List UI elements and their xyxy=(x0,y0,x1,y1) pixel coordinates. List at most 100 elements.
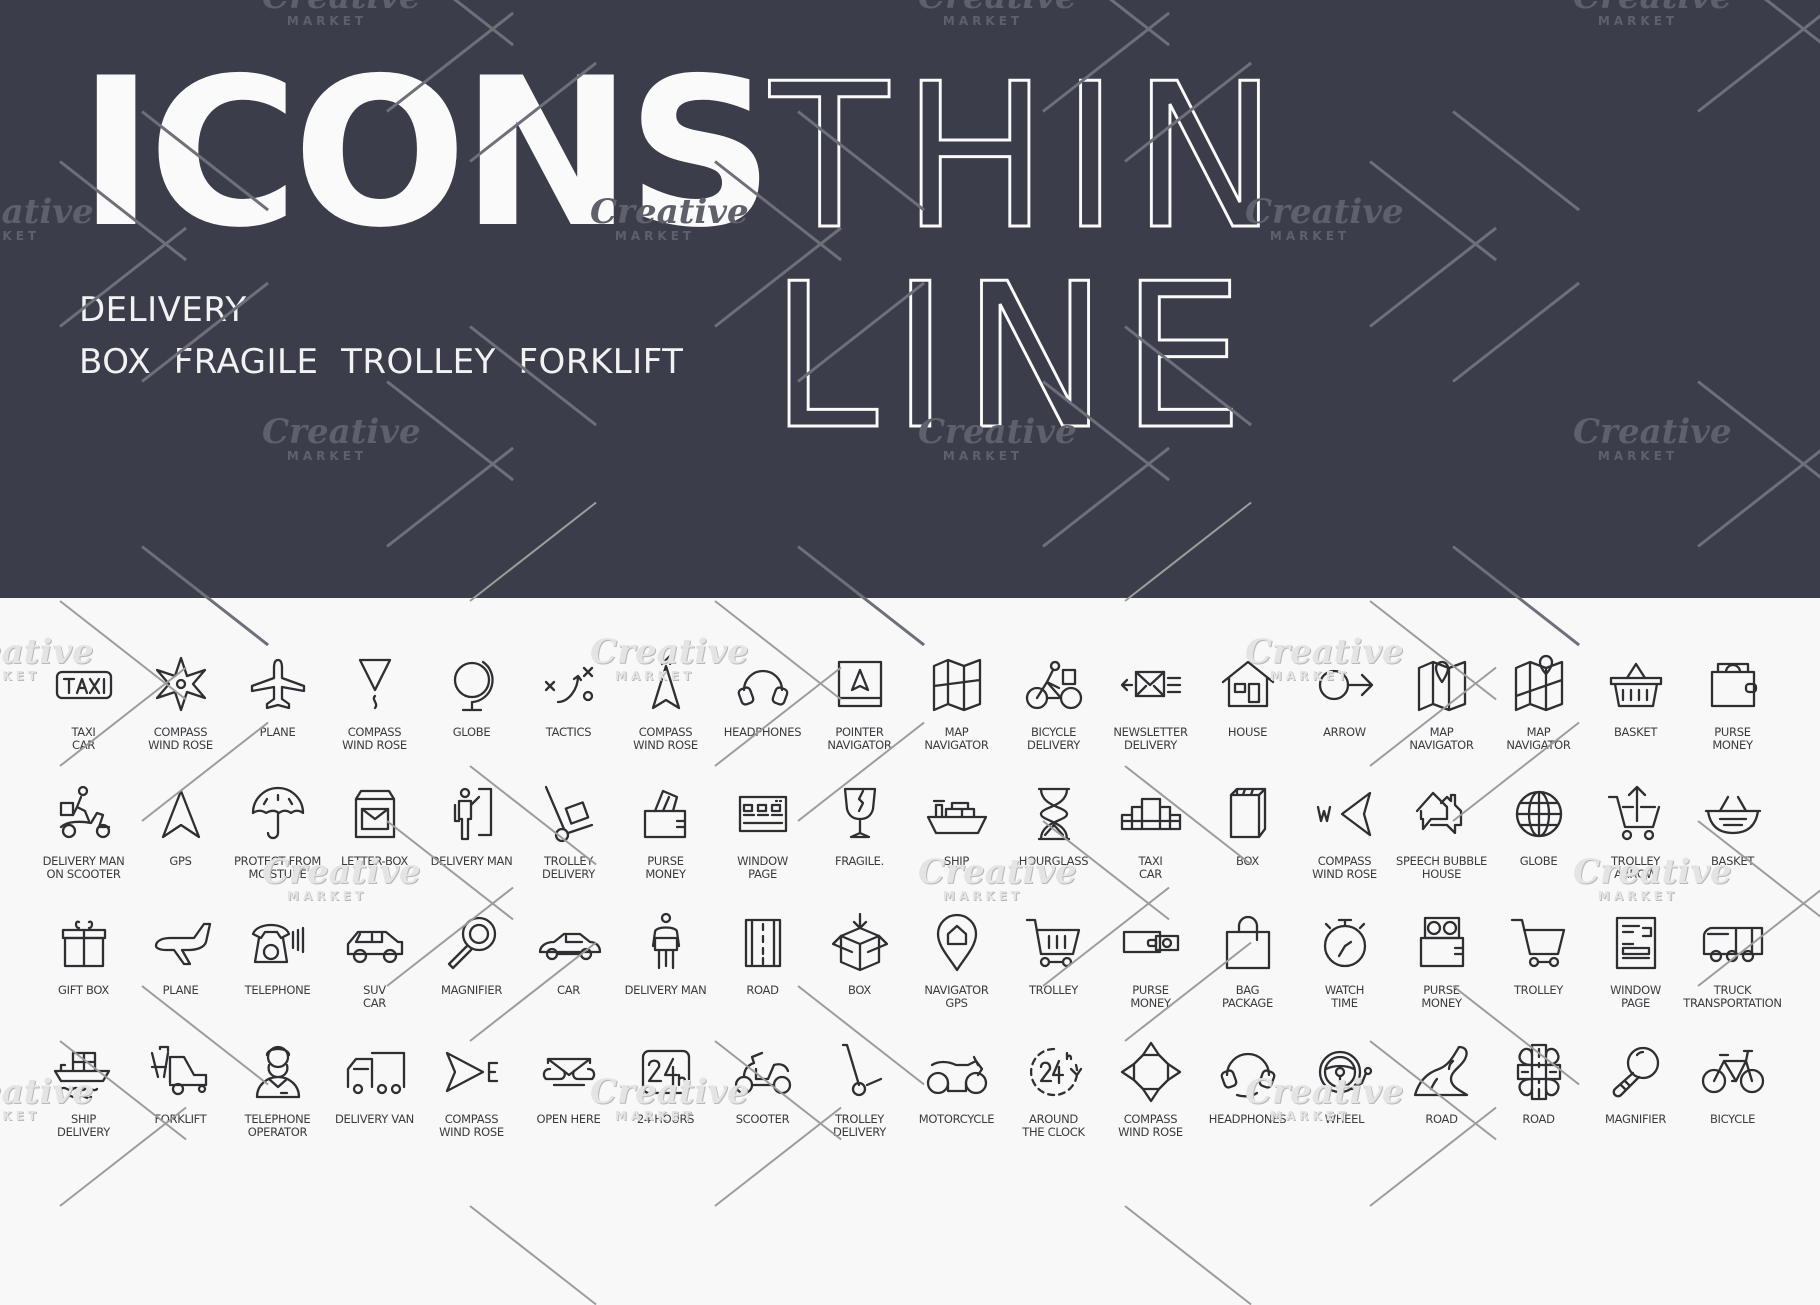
delivery-man-box-icon xyxy=(631,908,701,978)
watermark-line xyxy=(1124,1205,1252,1305)
open-envelope-icon xyxy=(534,1037,604,1107)
umbrella-icon xyxy=(243,779,313,849)
icon-label: PLANE xyxy=(259,725,296,739)
shopping-bag-icon xyxy=(1213,908,1283,978)
icon-label: MOTORCYCLE xyxy=(918,1112,995,1126)
icon-tile: NEWSLETTER DELIVERY xyxy=(1102,650,1199,779)
icon-label: MAP NAVIGATOR xyxy=(924,725,989,752)
scooter-icon xyxy=(728,1037,798,1107)
taxi-checker-icon xyxy=(1116,779,1186,849)
24-hours-icon xyxy=(631,1037,701,1107)
icon-label: SHIP DELIVERY xyxy=(57,1112,110,1139)
icon-label: TRUCK TRANSPORTATION xyxy=(1683,983,1782,1010)
gps-arrow-icon xyxy=(146,779,216,849)
house-icon xyxy=(1213,650,1283,720)
icon-label: GPS xyxy=(169,854,192,868)
icon-label: HOUSE xyxy=(1227,725,1268,739)
icon-tile: DELIVERY MAN xyxy=(423,779,520,908)
icon-tile: BOX xyxy=(811,908,908,1037)
icon-label: WINDOW PAGE xyxy=(737,854,788,881)
plane-side-icon xyxy=(146,908,216,978)
magnifier-handle-icon xyxy=(1601,1037,1671,1107)
icon-label: PLANE xyxy=(162,983,199,997)
icon-tile: MAP NAVIGATOR xyxy=(1393,650,1490,779)
icon-label: BASKET xyxy=(1613,725,1658,739)
magnifier-icon xyxy=(437,908,507,978)
map-pin-icon xyxy=(1407,650,1477,720)
icon-label: PURSE MONEY xyxy=(1130,983,1171,1010)
icon-label: COMPASS WIND ROSE xyxy=(1312,854,1377,881)
icon-tile: SHIP xyxy=(908,779,1005,908)
icon-tile: BICYCLE xyxy=(1684,1037,1781,1166)
icon-tile: GLOBE xyxy=(1490,779,1587,908)
wallet-coins-icon xyxy=(1407,908,1477,978)
icon-tile: OPEN HERE xyxy=(520,1037,617,1166)
icon-tile: SHIP DELIVERY xyxy=(35,1037,132,1166)
forklift-icon xyxy=(146,1037,216,1107)
icon-tile: WATCH TIME xyxy=(1296,908,1393,1037)
icon-label: TELEPHONE xyxy=(244,983,311,997)
icon-tile: BOX xyxy=(1199,779,1296,908)
telephone-operator-icon xyxy=(243,1037,313,1107)
icon-row: SHIP DELIVERY FORKLIFT TELEPHONE OPERATOR D… xyxy=(35,1037,1795,1166)
bicycle-delivery-icon xyxy=(1019,650,1089,720)
shopping-trolley-icon xyxy=(1019,908,1089,978)
icon-label: FORKLIFT xyxy=(154,1112,207,1126)
title-icons: ICONS xyxy=(78,35,774,273)
icon-tile: BAG PACKAGE xyxy=(1199,908,1296,1037)
compass-north-icon xyxy=(631,650,701,720)
icon-tile: TROLLEY xyxy=(1005,908,1102,1037)
icon-tile: SPEECH BUBBLE HOUSE xyxy=(1393,779,1490,908)
road-straight-icon xyxy=(728,908,798,978)
icon-label: HEADPHONES xyxy=(1208,1112,1287,1126)
compass-star-icon xyxy=(146,650,216,720)
icon-label: DELIVERY MAN ON SCOOTER xyxy=(42,854,125,881)
broken-glass-icon xyxy=(825,779,895,849)
icon-label: GLOBE xyxy=(1519,854,1558,868)
icon-tile: TAXI CAR xyxy=(1102,779,1199,908)
icon-label: DELIVERY MAN xyxy=(624,983,707,997)
icon-label: AROUND THE CLOCK xyxy=(1022,1112,1085,1139)
icon-row: DELIVERY MAN ON SCOOTER GPS PROTECT FROM M… xyxy=(35,779,1795,908)
icon-tile: PURSE MONEY xyxy=(1102,908,1199,1037)
icon-tile: TELEPHONE OPERATOR xyxy=(229,1037,326,1166)
icon-label: SCOOTER xyxy=(735,1112,790,1126)
icon-tile: PURSE MONEY xyxy=(1393,908,1490,1037)
headset-icon xyxy=(1213,1037,1283,1107)
speech-bubble-house-icon xyxy=(1407,779,1477,849)
icon-tile: PURSE MONEY xyxy=(617,779,714,908)
icon-tile: MAGNIFIER xyxy=(423,908,520,1037)
delivery-man-door-icon xyxy=(437,779,507,849)
arrow-circle-icon xyxy=(1310,650,1380,720)
icon-label: TROLLEY xyxy=(1513,983,1564,997)
icon-tile: ROAD xyxy=(714,908,811,1037)
icon-label: DELIVERY VAN xyxy=(335,1112,414,1126)
icon-tile: PROTECT FROM MOISTURE xyxy=(229,779,326,908)
icon-tile: POINTER NAVIGATOR xyxy=(811,650,908,779)
icon-label: 24 HOURS xyxy=(636,1112,695,1126)
icon-label: COMPASS WIND ROSE xyxy=(148,725,213,752)
icon-tile: TROLLEY DELIVERY xyxy=(520,779,617,908)
icon-tile: FRAGILE. xyxy=(811,779,908,908)
icon-label: NAVIGATOR GPS xyxy=(924,983,989,1010)
icon-label: TACTICS xyxy=(545,725,592,739)
sedan-car-icon xyxy=(534,908,604,978)
icon-tile: FORKLIFT xyxy=(132,1037,229,1166)
icon-tile: NAVIGATOR GPS xyxy=(908,908,1005,1037)
icon-label: PROTECT FROM MOISTURE xyxy=(234,854,321,881)
icon-tile: MAP NAVIGATOR xyxy=(1490,650,1587,779)
icon-label: PURSE MONEY xyxy=(645,854,686,881)
icon-tile: COMPASS WIND ROSE xyxy=(423,1037,520,1166)
telephone-icon xyxy=(243,908,313,978)
icon-tile: MAP NAVIGATOR xyxy=(908,650,1005,779)
icon-tile: LETTER-BOX xyxy=(326,779,423,908)
truck-icon xyxy=(1698,908,1768,978)
icon-label: WINDOW PAGE xyxy=(1610,983,1661,1010)
icon-tile: ROAD xyxy=(1393,1037,1490,1166)
icon-label: BASKET xyxy=(1710,854,1755,868)
icon-tile: DELIVERY MAN xyxy=(617,908,714,1037)
bicycle-icon xyxy=(1698,1037,1768,1107)
icon-tile: COMPASS WIND ROSE xyxy=(617,650,714,779)
icon-tile: PLANE xyxy=(132,908,229,1037)
icon-tile: WHEEL xyxy=(1296,1037,1393,1166)
